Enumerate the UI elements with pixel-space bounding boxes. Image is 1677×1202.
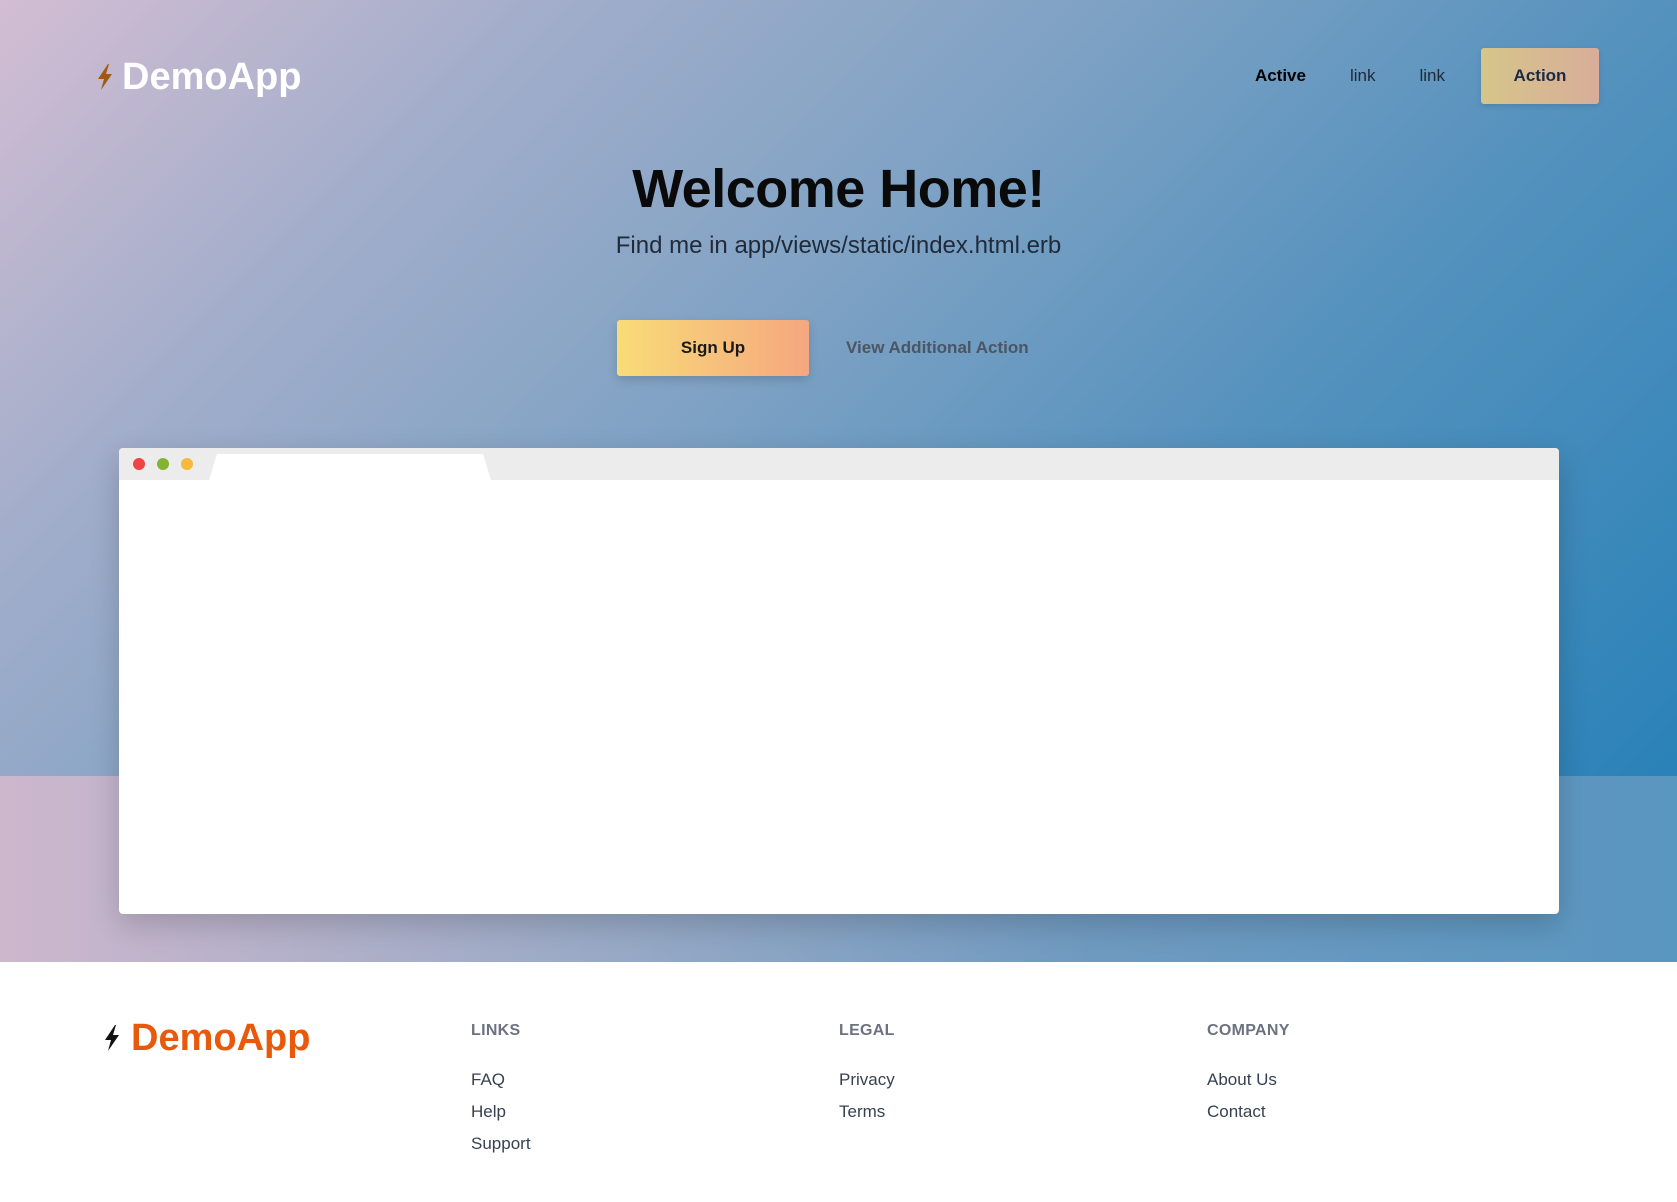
browser-tab [209, 454, 491, 480]
nav-action-button[interactable]: Action [1481, 48, 1599, 104]
footer-link-terms[interactable]: Terms [839, 1100, 895, 1132]
brand-name: DemoApp [122, 55, 302, 98]
brand-logo[interactable]: DemoApp [96, 50, 301, 104]
maximize-dot-icon [157, 458, 169, 470]
footer-link-privacy[interactable]: Privacy [839, 1068, 895, 1100]
footer-brand-name: DemoApp [131, 1016, 311, 1059]
page-title: Welcome Home! [632, 159, 1045, 219]
bolt-icon [96, 64, 114, 90]
footer-bolt-icon [103, 1025, 121, 1051]
footer-heading: COMPANY [1207, 1022, 1290, 1039]
view-additional-action-link[interactable]: View Additional Action [846, 320, 1029, 376]
footer-column-links: LINKS FAQ Help Support [471, 1020, 531, 1164]
footer-link-contact[interactable]: Contact [1207, 1100, 1290, 1132]
footer-link-about-us[interactable]: About Us [1207, 1068, 1290, 1100]
footer-link-faq[interactable]: FAQ [471, 1068, 531, 1100]
footer-column-company: COMPANY About Us Contact [1207, 1020, 1290, 1132]
nav-link-active[interactable]: Active [1255, 66, 1306, 86]
page-subtitle: Find me in app/views/static/index.html.e… [615, 232, 1062, 259]
footer-heading: LEGAL [839, 1022, 895, 1039]
footer-column-legal: LEGAL Privacy Terms [839, 1020, 895, 1132]
close-dot-icon [133, 458, 145, 470]
minimize-dot-icon [181, 458, 193, 470]
sign-up-button[interactable]: Sign Up [617, 320, 809, 376]
nav-link-2[interactable]: link [1419, 66, 1445, 86]
footer-brand-logo[interactable]: DemoApp [103, 1014, 310, 1062]
top-nav: Active link link Action [1255, 48, 1599, 104]
footer-link-help[interactable]: Help [471, 1100, 531, 1132]
browser-titlebar [119, 448, 1559, 480]
footer-link-support[interactable]: Support [471, 1132, 531, 1164]
nav-link-1[interactable]: link [1350, 66, 1376, 86]
footer-heading: LINKS [471, 1022, 521, 1039]
browser-mockup [119, 448, 1559, 914]
